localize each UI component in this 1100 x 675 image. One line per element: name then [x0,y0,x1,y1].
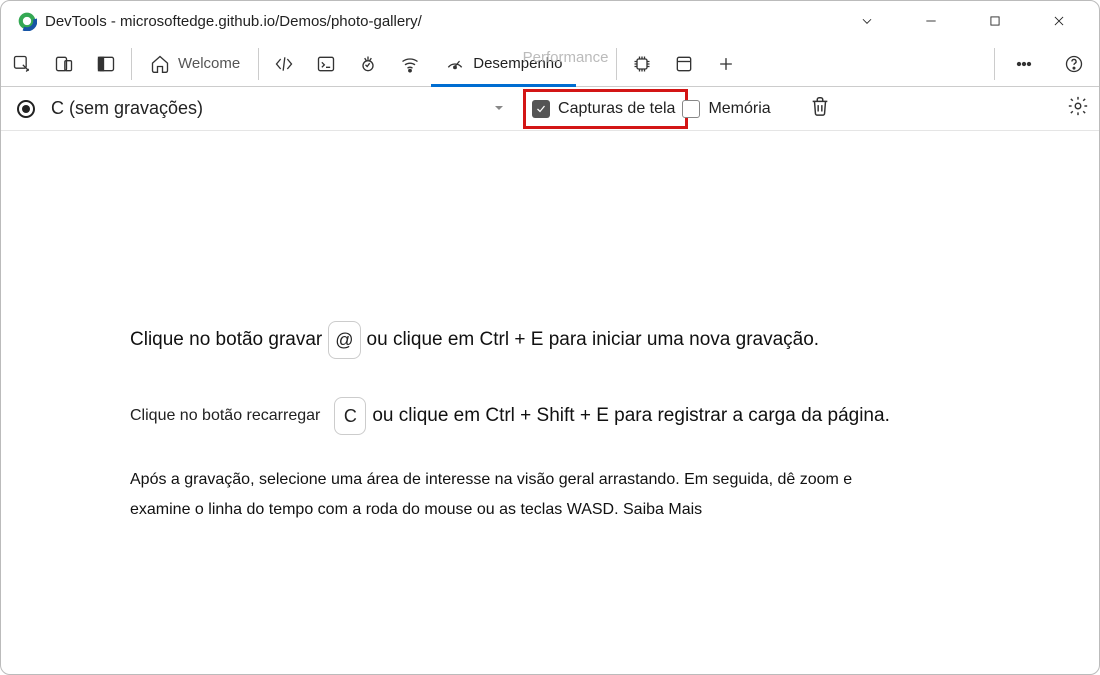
tab-welcome[interactable]: Welcome [136,41,254,87]
device-toolbar-button[interactable] [43,41,85,87]
screenshots-label: Capturas de tela [558,100,675,118]
memory-label: Memória [708,100,770,118]
minimize-button[interactable] [913,3,949,39]
performance-toolbar: C (sem gravações) Capturas de tela Memór… [1,87,1099,131]
help-line-reload: Clique no botão recarregar C ou clique e… [130,397,1030,435]
maximize-button[interactable] [977,3,1013,39]
devtools-tabbar: Welcome Desempenho Performance [1,41,1099,87]
edge-logo-icon [17,11,37,31]
help-button[interactable] [1049,41,1099,87]
more-options-button[interactable] [999,41,1049,87]
window-titlebar: DevTools - microsoftedge.github.io/Demos… [1,1,1099,41]
close-button[interactable] [1041,3,1077,39]
devtools-window: DevTools - microsoftedge.github.io/Demos… [0,0,1100,675]
performance-empty-state: Clique no botão gravar @ ou clique em Ct… [1,131,1099,674]
recordings-dropdown[interactable]: C (sem gravações) [51,98,203,119]
chevron-down-icon[interactable] [493,98,505,119]
help-line-instructions: Após a gravação, selecione uma área de i… [130,465,900,526]
reload-key-icon: C [334,397,366,435]
tab-welcome-label: Welcome [178,55,240,72]
tab-memory[interactable] [621,41,663,87]
memory-checkbox[interactable] [682,100,700,118]
chevron-down-icon[interactable] [849,3,885,39]
help-line-reload-post: ou clique em Ctrl + Shift + E para regis… [372,405,890,427]
record-key-icon: @ [328,321,360,359]
screenshots-highlight-box: Capturas de tela [523,89,688,129]
help-line-reload-lbl: Clique no botão recarregar [130,407,320,425]
help-line-record-post: ou clique em Ctrl + E para iniciar uma n… [367,329,820,351]
tab-elements[interactable] [263,41,305,87]
tab-performance[interactable]: Desempenho Performance [431,41,576,87]
dock-side-button[interactable] [85,41,127,87]
tab-console[interactable] [305,41,347,87]
tab-sources[interactable] [347,41,389,87]
tab-application[interactable] [663,41,705,87]
new-tab-button[interactable] [705,41,747,87]
help-line-record: Clique no botão gravar @ ou clique em Ct… [130,321,1030,359]
record-button[interactable] [17,100,35,118]
tab-network[interactable] [389,41,431,87]
settings-button[interactable] [1067,95,1089,122]
help-line-record-pre: Clique no botão gravar [130,329,322,351]
screenshots-checkbox[interactable] [532,100,550,118]
tab-performance-label: Desempenho [473,55,562,72]
inspect-element-button[interactable] [1,41,43,87]
window-title: DevTools - microsoftedge.github.io/Demos… [45,13,422,30]
clear-recordings-button[interactable] [809,95,831,122]
